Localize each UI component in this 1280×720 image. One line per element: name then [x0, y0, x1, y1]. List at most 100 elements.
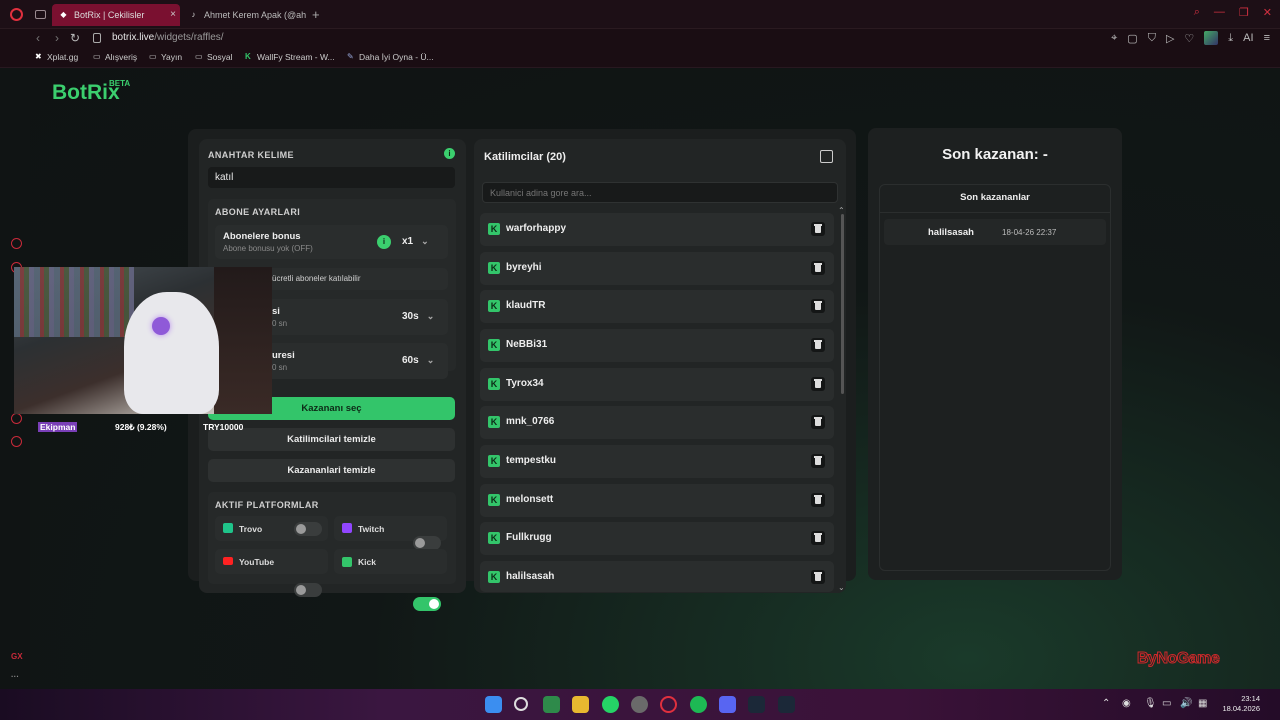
goal-stat: 928₺ (9.28%)	[115, 422, 167, 432]
search-icon[interactable]	[514, 697, 528, 711]
trash-icon[interactable]	[811, 493, 825, 507]
url-field[interactable]: botrix.live/widgets/raffles/	[112, 32, 224, 43]
platforms-label: AKTIF PLATFORMLAR	[215, 500, 319, 510]
tab-botrix[interactable]: ◆ BotRix | Cekilisler ×	[52, 4, 180, 26]
streamer-figure	[124, 292, 219, 414]
search-icon[interactable]: ⌕	[1194, 6, 1200, 19]
trash-icon[interactable]	[811, 338, 825, 352]
info-icon[interactable]: i	[377, 235, 391, 249]
close-icon[interactable]: ×	[170, 4, 176, 26]
participant-row: Kmelonsett	[480, 484, 834, 517]
trash-icon[interactable]	[811, 531, 825, 545]
bookmark-folder[interactable]: ▭ Sosyal	[195, 52, 233, 62]
scroll-up-icon[interactable]: ⌃	[838, 206, 845, 215]
extension-avatar-icon[interactable]	[1204, 31, 1219, 45]
keyword-label: ANAHTAR KELIME	[208, 150, 294, 160]
kick-toggle[interactable]	[413, 597, 441, 611]
timer2-select[interactable]: 60s ⌄	[402, 355, 434, 366]
clock[interactable]: 23:14 18.04.2026	[1222, 694, 1260, 714]
winners-list-title: Son kazananlar	[960, 192, 1030, 203]
app-icon[interactable]	[543, 696, 560, 713]
sidebar-settings-icon[interactable]	[11, 436, 22, 447]
bookmark-folder[interactable]: ▭ Alışveriş	[93, 52, 137, 62]
participant-row: Kwarforhappy	[480, 213, 834, 246]
download-icon[interactable]: ⤓	[1228, 32, 1233, 45]
bookmark-item[interactable]: K WallFy Stream - W...	[245, 52, 335, 62]
opera-gx-icon[interactable]	[660, 696, 677, 713]
platform-name: Trovo	[239, 524, 263, 534]
steam-icon[interactable]	[778, 696, 795, 713]
keyword-input[interactable]: katıl	[208, 167, 455, 188]
tab-tiktok[interactable]: ♪ Ahmet Kerem Apak (@ahm	[182, 4, 307, 26]
youtube-toggle[interactable]	[294, 583, 322, 597]
snapshot-icon[interactable]: ▢	[1127, 32, 1137, 45]
more-dots-icon[interactable]: ···	[11, 672, 19, 681]
tray-chevron-icon[interactable]: ⌃	[1102, 698, 1110, 709]
clock-time: 23:14	[1241, 694, 1260, 703]
participant-row: K NeBBi31	[480, 329, 834, 362]
opera-logo-icon[interactable]	[10, 8, 23, 21]
twitch-toggle[interactable]	[413, 536, 441, 550]
bookmark-folder[interactable]: ▭ Yayın	[149, 52, 182, 62]
trash-icon[interactable]	[811, 299, 825, 313]
participant-search-input[interactable]	[482, 182, 838, 203]
trash-icon[interactable]	[811, 415, 825, 429]
trash-icon[interactable]	[811, 454, 825, 468]
volume-icon[interactable]: 🔊	[1180, 698, 1192, 709]
tiktok-favicon-icon: ♪	[191, 10, 196, 19]
trash-icon[interactable]	[811, 377, 825, 391]
trash-icon[interactable]	[811, 261, 825, 275]
menu-icon[interactable]: ≡	[1264, 32, 1270, 44]
windows-start-icon[interactable]	[485, 696, 502, 713]
steam-icon[interactable]	[748, 696, 765, 713]
tab-islands-icon[interactable]	[35, 10, 46, 19]
bookmark-item[interactable]: ✖ Xplat.gg	[35, 52, 78, 62]
sub-bonus-select[interactable]: x1 ⌄	[402, 236, 429, 247]
network-icon[interactable]: ▦	[1198, 698, 1207, 709]
maximize-icon[interactable]: ❐	[1239, 6, 1249, 19]
kick-icon: K	[488, 339, 500, 351]
clear-winners-button[interactable]: Kazananlari temizle	[208, 459, 455, 482]
participant-row: Kbyreyhi	[480, 252, 834, 285]
gx-corner-icon[interactable]: GX	[11, 652, 23, 661]
scroll-down-icon[interactable]: ⌄	[838, 583, 845, 592]
minimize-icon[interactable]: —	[1214, 6, 1225, 19]
forward-icon[interactable]: ›	[55, 31, 59, 45]
participants-scrollbar[interactable]	[841, 214, 844, 394]
timer1-select[interactable]: 30s ⌄	[402, 311, 434, 322]
app-icon[interactable]	[631, 696, 648, 713]
new-tab-plus-icon[interactable]: +	[312, 7, 320, 22]
youtube-icon	[223, 557, 233, 565]
sidebar-gx-icon[interactable]	[11, 238, 22, 249]
back-icon[interactable]: ‹	[36, 31, 40, 45]
pin-icon[interactable]: ⌖	[1111, 32, 1117, 45]
info-icon[interactable]: i	[444, 148, 455, 159]
bookmark-item[interactable]: ✎ Daha İyi Oyna - Ü...	[347, 52, 434, 62]
heart-icon[interactable]: ♡	[1184, 32, 1194, 45]
kick-icon	[342, 557, 352, 567]
copy-icon[interactable]	[820, 150, 833, 163]
sidebar-history-icon[interactable]	[11, 413, 22, 424]
kick-icon: K	[488, 223, 500, 235]
display-icon[interactable]: ▭	[1162, 698, 1171, 709]
trash-icon[interactable]	[811, 222, 825, 236]
participant-row: K Fullkrugg	[480, 522, 834, 555]
close-window-icon[interactable]: ✕	[1263, 6, 1272, 19]
participant-name: Fullkrugg	[506, 532, 552, 543]
reload-icon[interactable]: ↻	[70, 31, 80, 45]
chevron-down-icon: ⌄	[421, 236, 429, 246]
trovo-toggle[interactable]	[294, 522, 322, 536]
file-explorer-icon[interactable]	[572, 696, 589, 713]
tray-app-icon[interactable]: ◉	[1122, 698, 1131, 709]
folder-icon: ▭	[93, 52, 101, 61]
play-icon[interactable]: ▷	[1166, 32, 1174, 45]
ai-button[interactable]: AI	[1243, 32, 1253, 44]
whatsapp-icon[interactable]	[602, 696, 619, 713]
spotify-icon[interactable]	[690, 696, 707, 713]
microphone-icon[interactable]: 🎙	[1144, 698, 1157, 709]
discord-icon[interactable]	[719, 696, 736, 713]
shield-icon[interactable]: ⛉	[1148, 32, 1156, 45]
timer2-title: uresi	[272, 350, 295, 361]
trash-icon[interactable]	[811, 570, 825, 584]
lock-icon[interactable]	[93, 33, 101, 43]
